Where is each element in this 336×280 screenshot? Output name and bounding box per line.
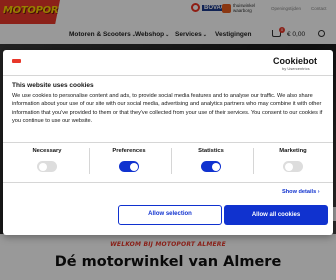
toggle-knob	[284, 162, 293, 171]
necessary-toggle	[37, 161, 57, 172]
category-statistics: Statistics	[181, 148, 241, 177]
category-preferences: Preferences	[99, 148, 159, 177]
divider	[89, 148, 90, 174]
cookie-consent-dialog: Cookiebot by Usercentrics This website u…	[3, 50, 333, 235]
divider	[171, 148, 172, 174]
preferences-toggle[interactable]	[119, 161, 139, 172]
category-marketing: Marketing	[263, 148, 323, 177]
category-label: Marketing	[279, 148, 307, 154]
divider	[3, 142, 333, 143]
show-details-link[interactable]: Show details ›	[282, 189, 320, 195]
allow-all-cookies-button[interactable]: Allow all cookies	[224, 205, 328, 225]
divider	[253, 148, 254, 174]
cookiebot-sub-label: by Usercentrics	[282, 66, 310, 71]
dialog-body-text: We use cookies to personalise content an…	[12, 93, 323, 124]
dialog-title: This website uses cookies	[12, 82, 94, 89]
site-logo-small-icon	[12, 59, 21, 63]
category-label: Necessary	[32, 148, 62, 154]
category-label: Preferences	[112, 148, 146, 154]
show-details-label: Show details	[282, 189, 317, 195]
cookiebot-logo[interactable]: Cookiebot	[273, 56, 317, 66]
allow-selection-button[interactable]: Allow selection	[118, 205, 222, 225]
divider	[3, 182, 333, 183]
toggle-knob	[129, 162, 138, 171]
category-label: Statistics	[198, 148, 224, 154]
toggle-knob	[211, 162, 220, 171]
category-necessary: Necessary	[17, 148, 77, 177]
divider	[3, 75, 333, 76]
chevron-right-icon: ›	[317, 189, 320, 195]
toggle-knob	[38, 162, 47, 171]
statistics-toggle[interactable]	[201, 161, 221, 172]
marketing-toggle[interactable]	[283, 161, 303, 172]
